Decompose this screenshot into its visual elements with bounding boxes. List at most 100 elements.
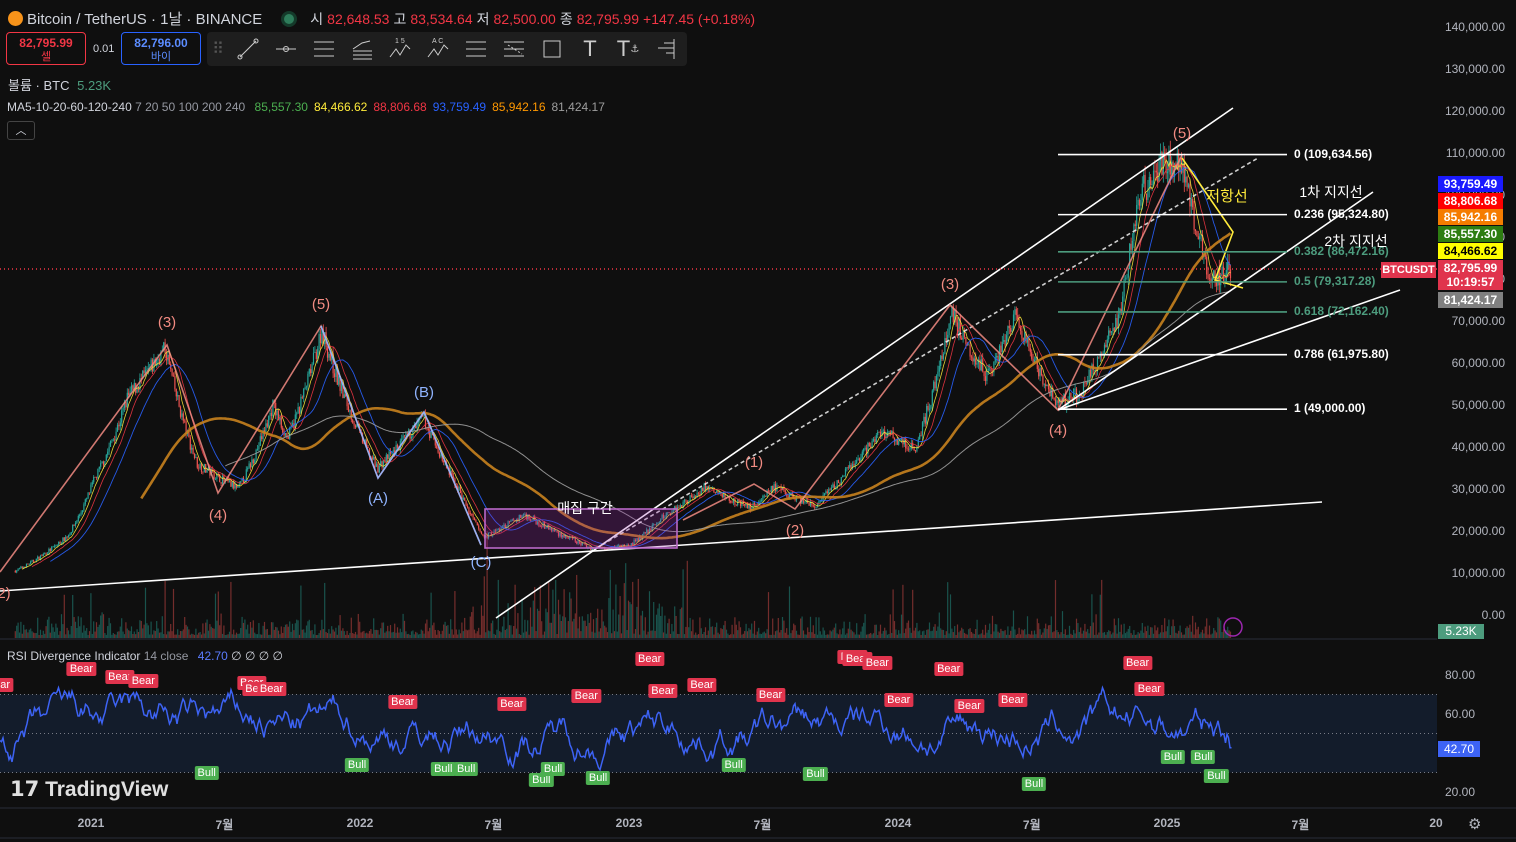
wave-label[interactable]: (B) <box>414 384 434 401</box>
wave-label[interactable]: 2) <box>0 585 11 602</box>
volume-bar <box>48 616 50 638</box>
volume-bar <box>1038 623 1040 638</box>
volume-bar <box>1187 627 1190 638</box>
volume-bar <box>1131 634 1134 638</box>
volume-bar <box>322 629 324 638</box>
support-2-label[interactable]: 2차 지지선 <box>1324 231 1387 251</box>
wave-label[interactable]: (3) <box>158 314 176 331</box>
wave-label[interactable]: (4) <box>1049 422 1067 439</box>
candle <box>1190 198 1192 207</box>
volume-bar <box>1035 634 1037 638</box>
volume-bar <box>1158 634 1160 638</box>
candle <box>1017 315 1019 320</box>
candle <box>1138 199 1141 206</box>
symbol-title[interactable]: Bitcoin / TetherUS · 1날 · BINANCE <box>27 8 262 29</box>
volume-bar <box>31 631 33 638</box>
volume-bar <box>101 612 103 638</box>
volume-bar <box>863 622 865 638</box>
volume-bar <box>1056 630 1058 638</box>
settings-icon[interactable]: ⚙ <box>1468 815 1481 833</box>
horizontal-ray-icon[interactable] <box>267 34 305 64</box>
candle <box>1150 177 1152 185</box>
volume-legend[interactable]: 볼륨 · BTC 5.23K <box>8 75 111 94</box>
volume-bar <box>226 634 228 638</box>
volume-bar <box>962 629 964 638</box>
candle <box>875 434 877 443</box>
volume-bar <box>402 613 404 638</box>
support-1-label[interactable]: 1차 지지선 <box>1299 182 1362 202</box>
anchored-text-icon[interactable]: T ⚓ <box>609 34 647 64</box>
volume-bar <box>542 634 544 638</box>
rectangle-icon[interactable] <box>533 34 571 64</box>
wave-label[interactable]: (A) <box>368 490 388 507</box>
wave-label[interactable]: (4) <box>209 507 227 524</box>
parallel-channel-icon[interactable] <box>305 34 343 64</box>
candle <box>1108 330 1110 340</box>
volume-bar <box>1208 625 1211 638</box>
wave-label[interactable]: (5) <box>312 296 330 313</box>
volume-bar <box>711 626 714 638</box>
candle <box>289 427 291 439</box>
wave-label[interactable]: (2) <box>786 522 804 539</box>
volume-bar <box>881 633 883 638</box>
chart-canvas[interactable] <box>0 0 1516 842</box>
candle <box>462 497 464 500</box>
candle <box>690 495 693 497</box>
bear-divergence-label: Bear <box>1134 681 1164 696</box>
time-tick: 7월 <box>753 818 772 832</box>
volume-bar <box>262 625 264 638</box>
text-icon[interactable]: T <box>571 34 609 64</box>
tradingview-watermark: 𝟭𝟳 TradingView <box>10 778 169 801</box>
volume-bar <box>987 629 989 638</box>
fib-retracement-icon[interactable] <box>457 34 495 64</box>
volume-bar <box>305 625 308 638</box>
candle <box>1110 331 1113 333</box>
volume-bar <box>630 604 632 638</box>
candle <box>438 452 441 457</box>
volume-bar <box>102 614 105 638</box>
volume-bar <box>1014 629 1016 638</box>
volume-bar <box>336 634 338 638</box>
volume-bar <box>1166 626 1169 638</box>
wave-label[interactable]: (C) <box>471 554 492 571</box>
buy-button[interactable]: 82,796.00 바이 <box>121 32 201 65</box>
trendline-icon[interactable] <box>229 34 267 64</box>
ma-legend[interactable]: MA5-10-20-60-120-240 7 20 50 100 200 240… <box>7 100 605 114</box>
sell-button[interactable]: 82,795.99 셀 <box>6 32 86 65</box>
volume-bar <box>350 617 352 638</box>
wave-label[interactable]: (3) <box>941 276 959 293</box>
volume-bar <box>32 632 35 638</box>
volume-bar <box>700 628 702 638</box>
candle <box>1137 199 1139 206</box>
candle <box>1021 330 1023 338</box>
volume-bar <box>598 631 600 638</box>
trendline[interactable] <box>1057 191 1374 411</box>
volume-bar <box>534 587 536 638</box>
candle <box>1140 200 1142 206</box>
bull-divergence-label: Bull <box>585 771 611 786</box>
fib-extension-icon[interactable] <box>495 34 533 64</box>
ma-value: 93,759.49 <box>432 100 487 114</box>
elliott-correction-icon[interactable]: A C <box>419 34 457 64</box>
candle <box>178 395 180 407</box>
collapse-legend-button[interactable]: ︿ <box>7 121 35 140</box>
lightning-icon[interactable] <box>1223 617 1243 637</box>
drag-handle-icon[interactable]: ⠿ <box>207 34 229 64</box>
volume-bar <box>1214 630 1216 638</box>
candle <box>84 499 86 505</box>
resistance-label[interactable]: 저항선 <box>1206 185 1247 206</box>
wave-label[interactable]: (5) <box>1173 125 1191 142</box>
volume-profile-icon[interactable] <box>647 34 685 64</box>
volume-bar <box>1067 634 1069 638</box>
time-tick: 2025 <box>1153 816 1181 830</box>
accumulation-label[interactable]: 매집 구간 <box>557 498 612 518</box>
rsi-legend[interactable]: RSI Divergence Indicator 14 close 42.70 … <box>7 649 283 663</box>
volume-bar <box>98 624 100 638</box>
wave-label[interactable]: (1) <box>745 454 763 471</box>
volume-bar <box>46 619 49 638</box>
candle <box>73 524 75 526</box>
candle <box>1070 392 1072 398</box>
pitchfork-icon[interactable] <box>343 34 381 64</box>
elliott-impulse-icon[interactable]: 1 5 <box>381 34 419 64</box>
volume-bar <box>165 634 168 638</box>
